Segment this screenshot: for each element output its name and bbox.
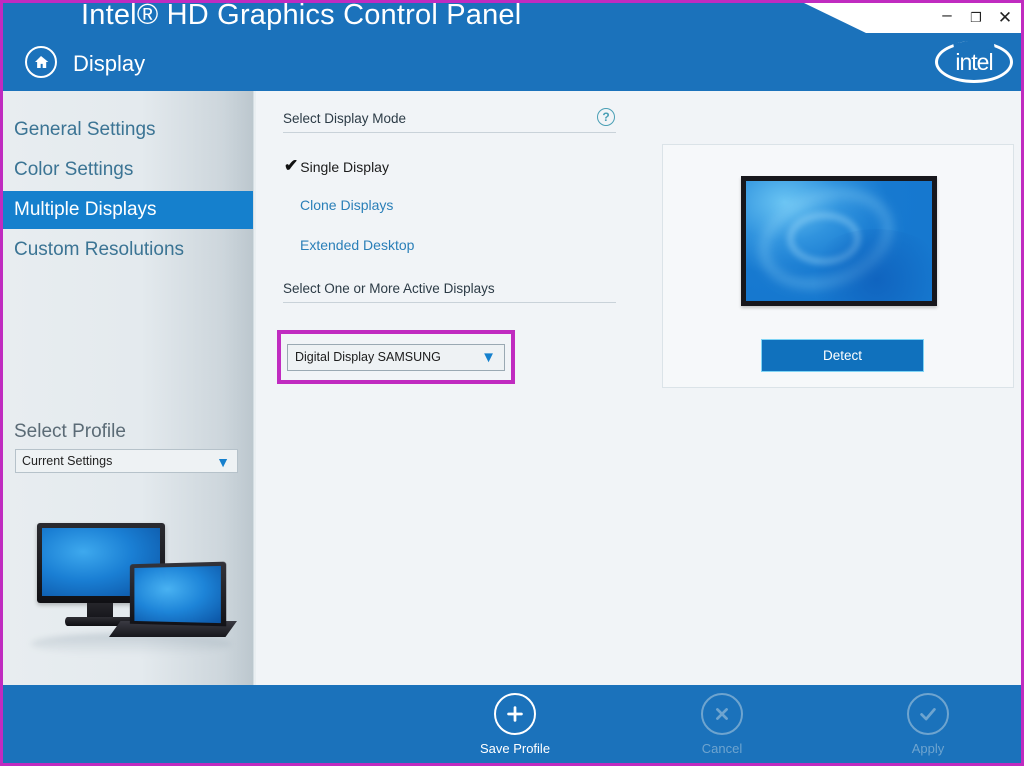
sidebar-item-label: General Settings [14,119,156,140]
active-displays-heading: Select One or More Active Displays [283,281,495,296]
window-title: Intel® HD Graphics Control Panel [81,3,522,31]
sidebar-item-label: Custom Resolutions [14,239,185,260]
window-controls: – ❐ ✕ [939,5,1013,29]
display-preview-panel: Detect [662,144,1014,388]
chevron-down-icon: ▼ [481,348,496,366]
active-display-value: Digital Display SAMSUNG [295,350,441,364]
display-preview-monitor[interactable] [741,176,937,306]
plus-icon [494,693,536,735]
select-display-mode-heading: Select Display Mode [283,111,407,126]
select-profile-label: Select Profile [14,421,126,442]
display-mode-option-clone-displays[interactable]: Clone Displays [300,197,393,213]
check-icon: ✔ [284,156,299,175]
minimize-button[interactable]: – [939,6,955,23]
sidebar-item-label: Color Settings [14,159,134,180]
display-mode-label: Extended Desktop [300,237,415,253]
application-window: Intel® HD Graphics Control Panel – ❐ ✕ D… [0,0,1024,766]
help-icon-glyph: ? [602,110,610,124]
save-profile-label: Save Profile [479,741,551,756]
cancel-label: Cancel [701,741,743,756]
display-preview-wallpaper [746,181,932,301]
intel-logo-text: intel [955,48,993,75]
main-content: Select Display Mode ? ✔ Single Display C… [256,91,1021,685]
sidebar-item-color-settings[interactable]: Color Settings [3,151,253,189]
display-mode-option-extended-desktop[interactable]: Extended Desktop [300,237,414,253]
page-header: Display intel [3,33,1021,91]
sidebar-item-general-settings[interactable]: General Settings [3,111,253,149]
check-icon [907,693,949,735]
sidebar: General Settings Color Settings Multiple… [3,91,253,685]
page-title: Display [73,51,146,76]
close-button[interactable]: ✕ [997,9,1013,26]
display-mode-option-single-display[interactable]: ✔ Single Display [284,156,389,177]
maximize-button[interactable]: ❐ [968,11,984,24]
detect-button-label: Detect [822,348,863,363]
profile-select-value: Current Settings [22,454,113,468]
sidebar-item-custom-resolutions[interactable]: Custom Resolutions [3,231,253,269]
footer-toolbar: Save Profile Cancel Apply [3,685,1021,763]
intel-logo: intel [935,41,1013,83]
monitor-and-laptop-illustration [21,521,237,655]
save-profile-button[interactable]: Save Profile [450,693,580,756]
chevron-down-icon: ▼ [216,454,230,470]
apply-button[interactable]: Apply [863,693,993,756]
apply-label: Apply [911,741,945,756]
home-icon[interactable] [25,46,57,78]
active-display-highlight-box: Digital Display SAMSUNG ▼ [277,330,515,384]
display-mode-label: Single Display [300,159,389,175]
close-x-icon [701,693,743,735]
sidebar-item-multiple-displays[interactable]: Multiple Displays [3,191,253,229]
detect-button[interactable]: Detect [761,339,924,372]
profile-select[interactable]: Current Settings ▼ [15,449,238,473]
display-mode-label: Clone Displays [300,197,394,213]
laptop-lid-graphic [129,561,227,627]
active-display-select[interactable]: Digital Display SAMSUNG ▼ [287,343,505,371]
cancel-button[interactable]: Cancel [657,693,787,756]
select-display-mode-rule [283,132,616,133]
active-displays-rule [283,302,616,303]
sidebar-item-label: Multiple Displays [14,199,157,220]
help-icon[interactable]: ? [597,108,615,126]
